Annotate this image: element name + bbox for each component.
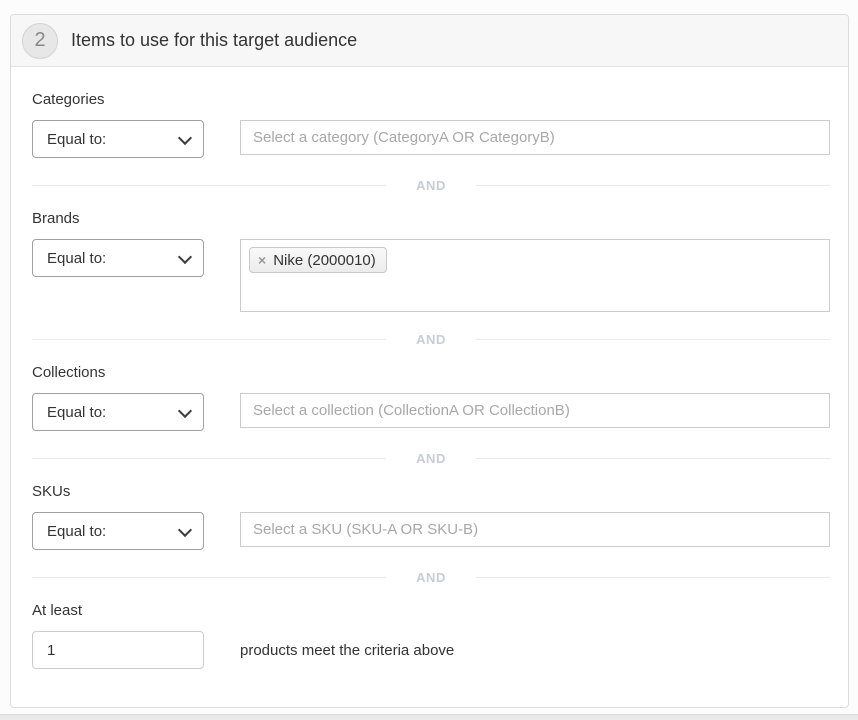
collections-label: Collections [32,364,830,381]
divider-line [32,577,386,578]
divider-line [32,458,386,459]
divider-line [476,458,830,459]
categories-operator-select-wrap: Equal to: [32,120,204,158]
collections-input[interactable] [240,393,830,428]
and-divider-label: AND [386,179,476,192]
brands-operator-select-wrap: Equal to: [32,239,204,277]
divider-line [32,339,386,340]
at-least-count-input[interactable] [32,631,204,669]
brand-tag: × Nike (2000010) [249,247,387,273]
and-divider: AND [32,179,830,192]
brands-row: Equal to: × Nike (2000010) [32,239,830,312]
skus-label: SKUs [32,483,830,500]
divider-line [476,185,830,186]
at-least-label: At least [32,602,830,619]
and-divider: AND [32,452,830,465]
tag-remove-icon[interactable]: × [258,253,266,267]
categories-input[interactable] [240,120,830,155]
at-least-description: products meet the criteria above [240,642,454,659]
target-audience-items-panel: 2 Items to use for this target audience … [10,14,849,708]
categories-label: Categories [32,91,830,108]
step-number-badge: 2 [22,23,58,59]
at-least-row: products meet the criteria above [32,631,830,669]
brands-operator-select[interactable]: Equal to: [32,239,204,277]
skus-row: Equal to: [32,512,830,550]
skus-operator-select[interactable]: Equal to: [32,512,204,550]
and-divider: AND [32,333,830,346]
bottom-edge-strip [0,714,858,720]
categories-operator-select[interactable]: Equal to: [32,120,204,158]
panel-title: Items to use for this target audience [71,30,357,51]
panel-body: Categories Equal to: AND Brands Equal to… [11,91,848,669]
panel-header: 2 Items to use for this target audience [11,15,848,67]
and-divider-label: AND [386,333,476,346]
brands-label: Brands [32,210,830,227]
collections-row: Equal to: [32,393,830,431]
categories-row: Equal to: [32,120,830,158]
collections-operator-select-wrap: Equal to: [32,393,204,431]
divider-line [476,339,830,340]
brands-multiselect-box[interactable]: × Nike (2000010) [240,239,830,312]
skus-operator-select-wrap: Equal to: [32,512,204,550]
and-divider: AND [32,571,830,584]
divider-line [32,185,386,186]
collections-operator-select[interactable]: Equal to: [32,393,204,431]
brand-tag-label: Nike (2000010) [273,252,376,269]
divider-line [476,577,830,578]
and-divider-label: AND [386,571,476,584]
and-divider-label: AND [386,452,476,465]
skus-input[interactable] [240,512,830,547]
